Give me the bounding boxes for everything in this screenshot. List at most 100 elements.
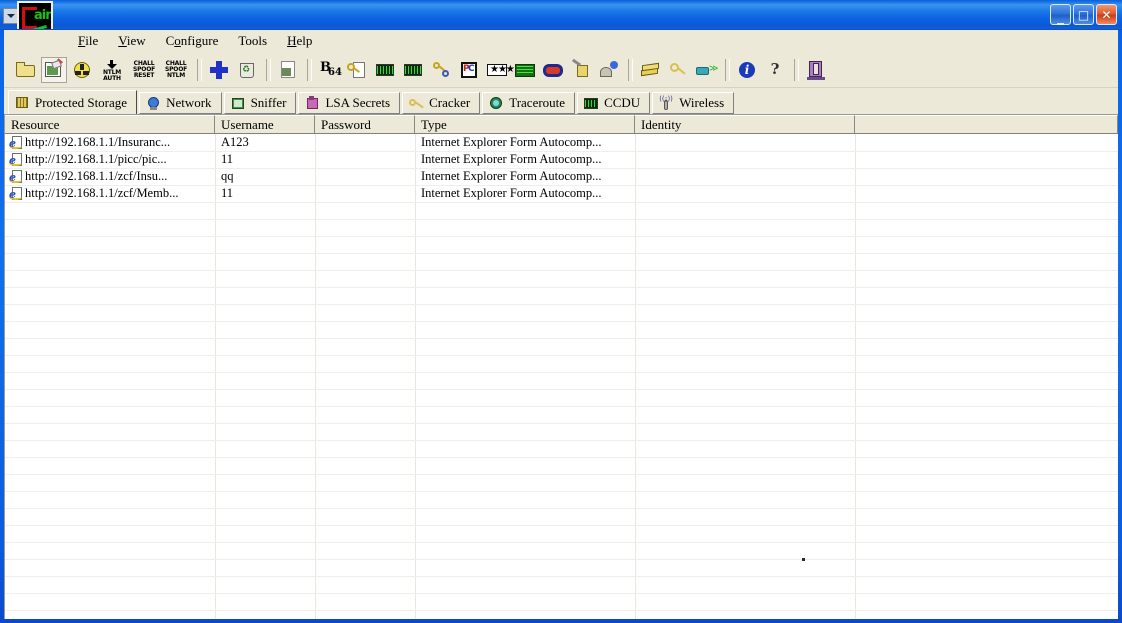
- chall-spoof-ntlm-button[interactable]: CHALLSPOOFNTLM: [161, 57, 191, 83]
- row-divider: [5, 253, 1118, 254]
- row-divider: [5, 304, 1118, 305]
- menu-file[interactable]: File: [68, 31, 108, 51]
- key-button[interactable]: [665, 57, 691, 83]
- tab-wireless[interactable]: ((¡)) Wireless: [652, 92, 734, 114]
- password-box-button[interactable]: ★★★: [484, 57, 510, 83]
- menu-help[interactable]: Help: [277, 31, 322, 51]
- route-table-button[interactable]: [568, 57, 594, 83]
- vpn-sniffer-button[interactable]: [400, 57, 426, 83]
- minimize-button[interactable]: _: [1050, 4, 1071, 25]
- info-icon: i: [736, 59, 758, 81]
- close-button[interactable]: ✕: [1096, 4, 1117, 25]
- tab-cracker[interactable]: Cracker: [402, 92, 480, 114]
- tab-label: Protected Storage: [35, 95, 127, 111]
- chall-spoof-reset-icon: CHALLSPOOFRESET: [130, 59, 158, 81]
- row-divider: [5, 491, 1118, 492]
- cell-resource: http://192.168.1.1/Insuranc...: [25, 134, 213, 151]
- column-header-identity[interactable]: Identity: [635, 115, 855, 134]
- column-divider: [635, 134, 636, 619]
- menu-tools[interactable]: Tools: [228, 31, 277, 51]
- green-graph2-icon: [402, 59, 424, 81]
- chall-spoof-ntlm-icon: CHALLSPOOFNTLM: [162, 59, 190, 81]
- wireless-scan-button[interactable]: [596, 57, 622, 83]
- tab-label: LSA Secrets: [325, 95, 390, 111]
- tab-ccdu[interactable]: CCDU: [577, 92, 650, 114]
- row-divider: [5, 287, 1118, 288]
- cell-identity: [641, 134, 853, 151]
- ntlm-auth-button[interactable]: NTLMAUTH: [97, 57, 127, 83]
- document-scan-button[interactable]: [275, 57, 301, 83]
- cell-type: Internet Explorer Form Autocomp...: [421, 151, 633, 168]
- column-header-password[interactable]: Password: [315, 115, 415, 134]
- table-row[interactable]: ehttp://192.168.1.1/picc/pic...11Interne…: [5, 151, 1118, 168]
- tab-label: Sniffer: [251, 95, 287, 111]
- add-to-list-button[interactable]: [41, 57, 67, 83]
- table-row[interactable]: ehttp://192.168.1.1/zcf/Insu...qqInterne…: [5, 168, 1118, 185]
- toolbar-separator-2: [266, 59, 271, 81]
- column-header-blank[interactable]: [855, 115, 1118, 134]
- menu-view[interactable]: View: [108, 31, 155, 51]
- menu-configure[interactable]: Configure: [156, 31, 229, 51]
- tab-network[interactable]: Network: [139, 92, 222, 114]
- protected-storage-list[interactable]: ResourceUsernamePasswordTypeIdentity eht…: [4, 114, 1118, 619]
- table-row[interactable]: ehttp://192.168.1.1/Insuranc...A123Inter…: [5, 134, 1118, 151]
- tab-protected-storage[interactable]: Protected Storage: [8, 90, 137, 114]
- sniffer-icon: [231, 96, 246, 111]
- add-button[interactable]: [206, 57, 232, 83]
- row-divider: [5, 355, 1118, 356]
- tools-icon: [570, 59, 592, 81]
- cursor-artifact: [802, 558, 805, 561]
- radiation-button[interactable]: [69, 57, 95, 83]
- row-divider: [5, 406, 1118, 407]
- tab-traceroute[interactable]: Traceroute: [482, 92, 575, 114]
- dialup-pass-button[interactable]: [540, 57, 566, 83]
- base64-button[interactable]: B 64: [316, 57, 342, 83]
- exit-button[interactable]: [803, 57, 829, 83]
- cell-password: [321, 151, 413, 168]
- row-divider: [5, 474, 1118, 475]
- menu-bar: File View Configure Tools Help: [4, 30, 1118, 52]
- column-header-type[interactable]: Type: [415, 115, 635, 134]
- tab-label: Wireless: [679, 95, 724, 111]
- toolbar: NTLMAUTH CHALLSPOOFRESET CHALLSPOOFNTLM: [4, 52, 1118, 88]
- help-button[interactable]: ?: [762, 57, 788, 83]
- tab-sniffer[interactable]: Sniffer: [224, 92, 297, 114]
- keys-icon: [430, 59, 452, 81]
- grid-lines: [5, 134, 1118, 619]
- oval-icon: [542, 59, 564, 81]
- tab-label: CCDU: [604, 95, 640, 111]
- about-button[interactable]: i: [734, 57, 760, 83]
- wireless-icon: ((¡)): [659, 96, 674, 111]
- keys-button[interactable]: [428, 57, 454, 83]
- pwl-cracker-button[interactable]: P C: [456, 57, 482, 83]
- chall-spoof-reset-button[interactable]: CHALLSPOOFRESET: [129, 57, 159, 83]
- cisco-config-button[interactable]: [637, 57, 663, 83]
- cert-collector-button[interactable]: [344, 57, 370, 83]
- column-header-resource[interactable]: Resource: [5, 115, 215, 134]
- table-row[interactable]: ehttp://192.168.1.1/zcf/Memb...11Interne…: [5, 185, 1118, 202]
- list-rows: ehttp://192.168.1.1/Insuranc...A123Inter…: [5, 134, 1118, 202]
- green-screen-icon: [514, 59, 536, 81]
- rdp-sniffer-button[interactable]: [372, 57, 398, 83]
- maximize-button[interactable]: □: [1073, 4, 1094, 25]
- cell-type: Internet Explorer Form Autocomp...: [421, 185, 633, 202]
- tab-label: Cracker: [429, 95, 470, 111]
- row-divider: [5, 389, 1118, 390]
- column-header-username[interactable]: Username: [215, 115, 315, 134]
- pwl-icon: P C: [458, 59, 480, 81]
- traceroute-icon: [489, 96, 504, 111]
- network-enum-button[interactable]: [512, 57, 538, 83]
- title-bar: ain _ □ ✕: [0, 0, 1122, 30]
- row-divider: [5, 457, 1118, 458]
- minimize-icon: _: [1051, 5, 1070, 27]
- tab-lsa-secrets[interactable]: LSA Secrets: [298, 92, 400, 114]
- cell-password: [321, 168, 413, 185]
- open-folder-button[interactable]: [13, 57, 39, 83]
- row-divider: [5, 542, 1118, 543]
- close-icon: ✕: [1097, 5, 1116, 24]
- row-divider: [5, 321, 1118, 322]
- remove-all-button[interactable]: ♻: [234, 57, 260, 83]
- remote-monitor-button[interactable]: ≫: [693, 57, 719, 83]
- client-area: File View Configure Tools Help: [4, 30, 1118, 619]
- cell-password: [321, 134, 413, 151]
